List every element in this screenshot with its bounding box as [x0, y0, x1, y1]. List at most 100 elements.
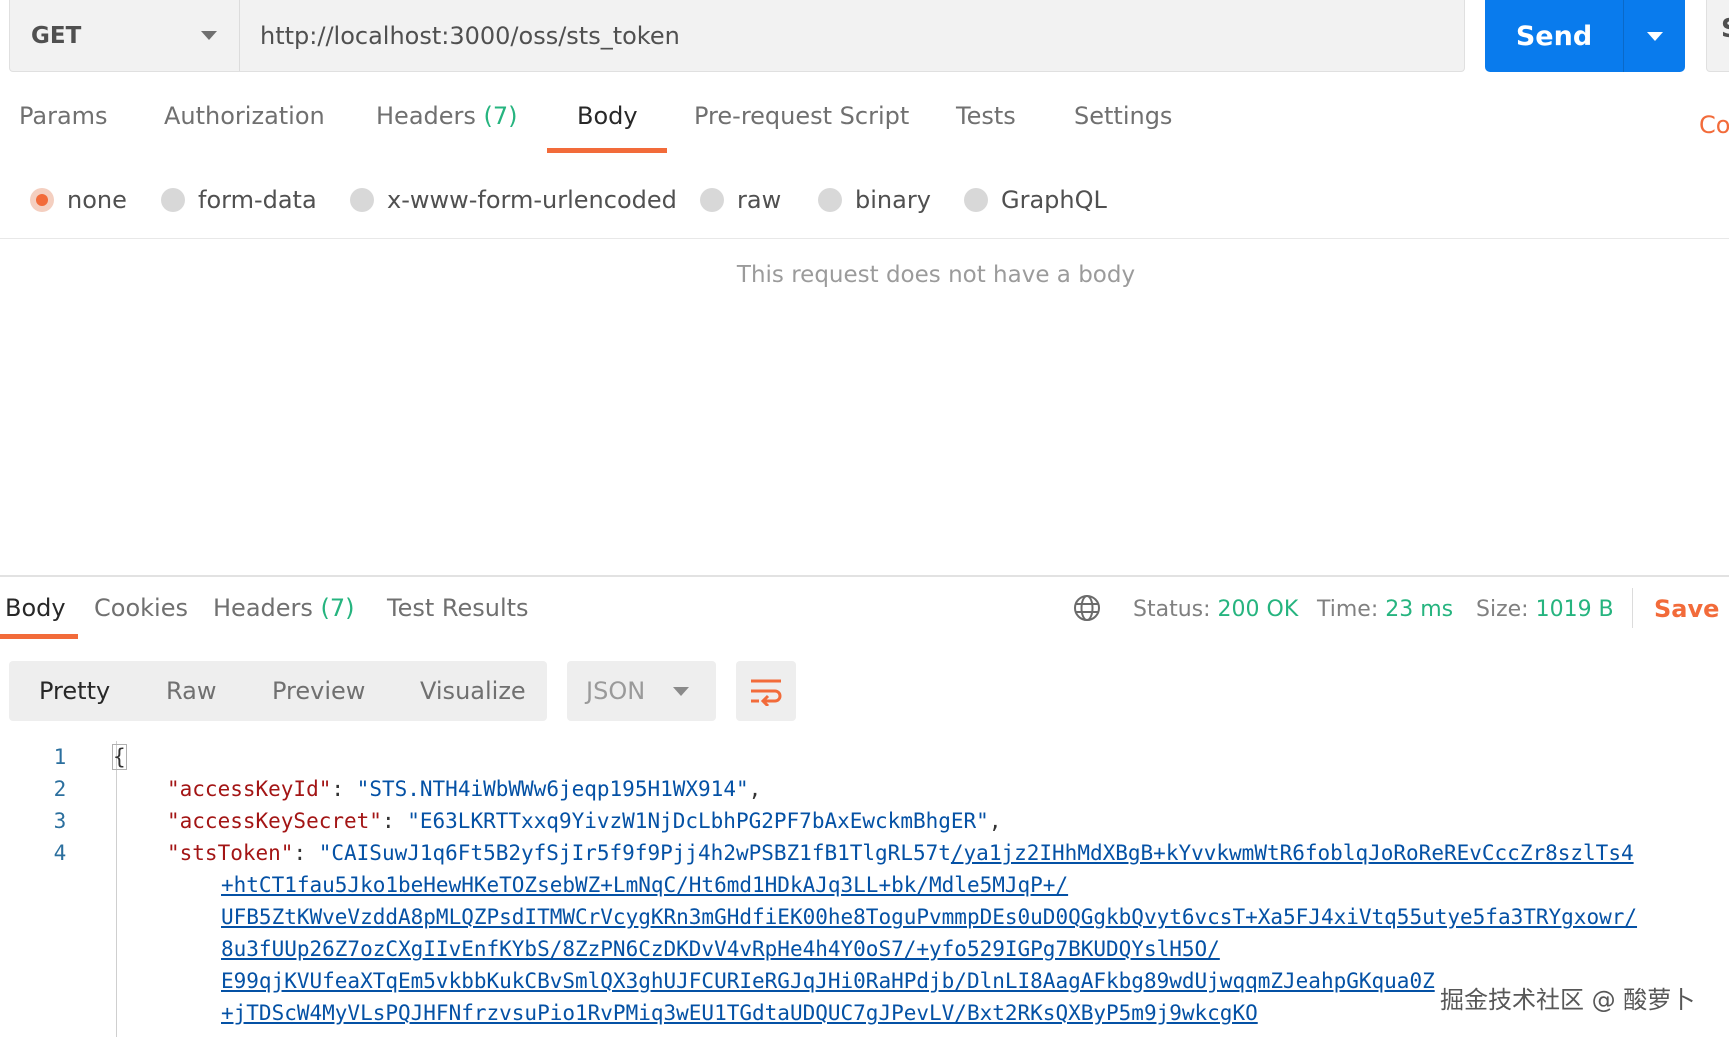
line-number: 1 — [53, 745, 67, 769]
response-time: Time: 23 ms — [1317, 597, 1453, 622]
chevron-down-icon — [673, 686, 689, 696]
radio-raw[interactable]: raw — [700, 180, 781, 220]
request-tabs: Params Authorization Headers (7) Body Pr… — [0, 102, 1729, 157]
headers-count: (7) — [320, 594, 355, 622]
view-raw-button[interactable]: Raw — [166, 677, 216, 705]
open-brace: { — [112, 744, 127, 770]
empty-body-message: This request does not have a body — [736, 262, 1136, 288]
view-visualize-button[interactable]: Visualize — [420, 677, 526, 705]
format-value: JSON — [586, 677, 646, 705]
code-line: "accessKeySecret": "E63LKRTTxxq9YivzW1Nj… — [167, 809, 1002, 833]
tab-label: Body — [5, 594, 66, 622]
json-link[interactable]: E99qjKVUfeaXTqEm5vkbbKukCBvSmlQX3ghUJFCU… — [221, 969, 1435, 993]
tab-label: Params — [19, 102, 108, 130]
code-gutter-divider — [116, 741, 117, 1037]
radio-binary[interactable]: binary — [818, 180, 931, 220]
json-string: "STS.NTH4iWbWWw6jeqp195H1WX914" — [356, 777, 749, 801]
json-link[interactable]: UFB5ZtKWveVzddA8pMLQZPsdITMWCrVcygKRn3mG… — [221, 905, 1637, 929]
json-link[interactable]: 8u3fUUp26Z7ozCXgIIvEnfKYbS/8ZzPN6CzDKDvV… — [221, 937, 1220, 961]
radio-none[interactable]: none — [30, 180, 127, 220]
json-string: "E63LKRTTxxq9YivzW1NjDcLbhPG2PF7bAxEwckm… — [407, 809, 989, 833]
view-pretty-button[interactable]: Pretty — [39, 677, 110, 705]
line-number: 4 — [53, 841, 67, 865]
size-label: Size: — [1476, 597, 1529, 622]
time-label: Time: — [1317, 597, 1379, 622]
code-line: { — [112, 744, 127, 770]
tab-label: Authorization — [164, 102, 325, 130]
radio-unselected-icon — [964, 188, 988, 212]
send-options-button[interactable] — [1624, 0, 1685, 72]
save-response-button[interactable]: Save R — [1654, 595, 1729, 623]
line-number: 2 — [53, 777, 67, 801]
json-key: "stsToken" — [167, 841, 294, 865]
response-size: Size: 1019 B — [1476, 597, 1614, 622]
response-status: Status: 200 OK — [1133, 597, 1298, 622]
radio-label: binary — [855, 186, 931, 214]
method-label: GET — [31, 22, 82, 49]
tab-body[interactable]: Body — [547, 102, 666, 157]
request-bar: GET http://localhost:3000/oss/sts_token — [9, 0, 1465, 72]
tab-label: Pre-request Script — [694, 102, 910, 130]
wrap-lines-button[interactable] — [736, 661, 796, 721]
radio-label: x-www-form-urlencoded — [387, 186, 677, 214]
headers-count: (7) — [483, 102, 518, 130]
wrap-lines-icon — [751, 679, 782, 706]
json-key: "accessKeyId" — [167, 777, 332, 801]
divider — [0, 238, 1729, 239]
status-label: Status: — [1133, 597, 1211, 622]
code-line: "stsToken": "CAISuwJ1q6Ft5B2yfSjIr5f9f9P… — [167, 841, 1634, 865]
save-button[interactable]: S — [1706, 0, 1729, 72]
tab-label: Headers — [376, 102, 476, 130]
code-line: "accessKeyId": "STS.NTH4iWbWWw6jeqp195H1… — [167, 777, 762, 801]
radio-label: form-data — [198, 186, 317, 214]
radio-unselected-icon — [818, 188, 842, 212]
tab-params[interactable]: Params — [19, 102, 108, 157]
tab-settings[interactable]: Settings — [1074, 102, 1172, 157]
tab-authorization[interactable]: Authorization — [164, 102, 325, 157]
radio-label: none — [67, 186, 127, 214]
radio-x-www-form-urlencoded[interactable]: x-www-form-urlencoded — [350, 180, 677, 220]
url-text: http://localhost:3000/oss/sts_token — [260, 21, 680, 50]
json-string: "CAISuwJ1q6Ft5B2yfSjIr5f9f9Pjj4h2wPSBZ1f… — [318, 841, 951, 865]
globe-icon[interactable] — [1072, 593, 1102, 623]
tab-label: Tests — [956, 102, 1016, 130]
response-tab-test-results[interactable]: Test Results — [387, 594, 529, 622]
response-tab-headers[interactable]: Headers (7) — [213, 594, 355, 622]
line-number: 3 — [53, 809, 67, 833]
radio-selected-icon — [30, 188, 54, 212]
radio-label: GraphQL — [1001, 186, 1107, 214]
status-value: 200 OK — [1217, 597, 1299, 622]
tab-tests[interactable]: Tests — [956, 102, 1016, 157]
view-preview-button[interactable]: Preview — [272, 677, 365, 705]
tab-label: Headers — [213, 594, 313, 622]
response-view-toggle: Pretty Raw Preview Visualize — [9, 661, 547, 721]
chevron-down-icon — [201, 31, 217, 40]
divider — [1632, 588, 1633, 628]
radio-unselected-icon — [350, 188, 374, 212]
radio-unselected-icon — [161, 188, 185, 212]
json-link[interactable]: /ya1jz2IHhMdXBgB+kYvvkwmWtR6foblqJoRoReR… — [951, 841, 1634, 865]
radio-graphql[interactable]: GraphQL — [964, 180, 1107, 220]
size-value: 1019 B — [1535, 597, 1614, 622]
url-input[interactable]: http://localhost:3000/oss/sts_token — [240, 0, 1464, 71]
tab-label: Settings — [1074, 102, 1173, 130]
chevron-down-icon — [1646, 31, 1663, 41]
tab-label: Body — [577, 102, 638, 130]
pane-resize-divider[interactable] — [0, 575, 1729, 577]
watermark: 掘金技术社区 @ 酸萝卜 — [1440, 986, 1696, 1014]
radio-label: raw — [737, 186, 782, 214]
send-button[interactable]: Send — [1485, 0, 1624, 72]
time-value: 23 ms — [1385, 597, 1454, 622]
json-link[interactable]: +htCT1fau5Jko1beHewHKeTOZsebWZ+LmNqC/Ht6… — [221, 873, 1068, 897]
format-select[interactable]: JSON — [567, 661, 716, 721]
cookies-link[interactable]: Co — [1699, 111, 1729, 139]
response-tab-cookies[interactable]: Cookies — [94, 594, 188, 622]
tab-headers[interactable]: Headers (7) — [376, 102, 518, 157]
response-tab-body[interactable]: Body — [5, 594, 66, 622]
radio-form-data[interactable]: form-data — [161, 180, 317, 220]
json-key: "accessKeySecret" — [167, 809, 382, 833]
tab-pre-request-script[interactable]: Pre-request Script — [694, 102, 909, 157]
method-select[interactable]: GET — [10, 0, 240, 71]
json-link[interactable]: +jTDScW4MyVLsPQJHFNfrzvsuPio1RvPMiq3wEU1… — [221, 1001, 1258, 1025]
active-tab-indicator — [0, 634, 78, 639]
